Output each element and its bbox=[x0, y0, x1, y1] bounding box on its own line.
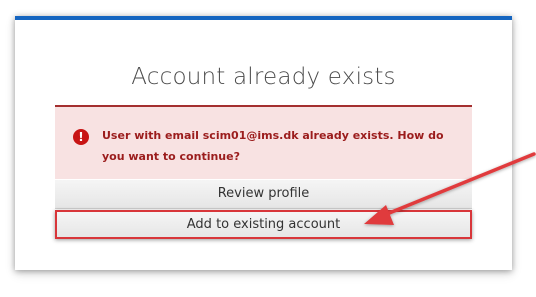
dialog-accent-bar bbox=[15, 16, 512, 20]
exclamation-circle-icon: ! bbox=[73, 129, 89, 145]
page-title: Account already exists bbox=[131, 64, 396, 90]
account-exists-dialog: Account already exists ! User with email… bbox=[15, 16, 512, 270]
review-profile-button[interactable]: Review profile bbox=[55, 180, 472, 209]
error-alert: ! User with email scim01@ims.dk already … bbox=[55, 105, 472, 179]
alert-message: User with email scim01@ims.dk already ex… bbox=[102, 129, 444, 163]
add-to-existing-account-button[interactable]: Add to existing account bbox=[55, 210, 472, 239]
page: Account already exists ! User with email… bbox=[0, 0, 536, 297]
